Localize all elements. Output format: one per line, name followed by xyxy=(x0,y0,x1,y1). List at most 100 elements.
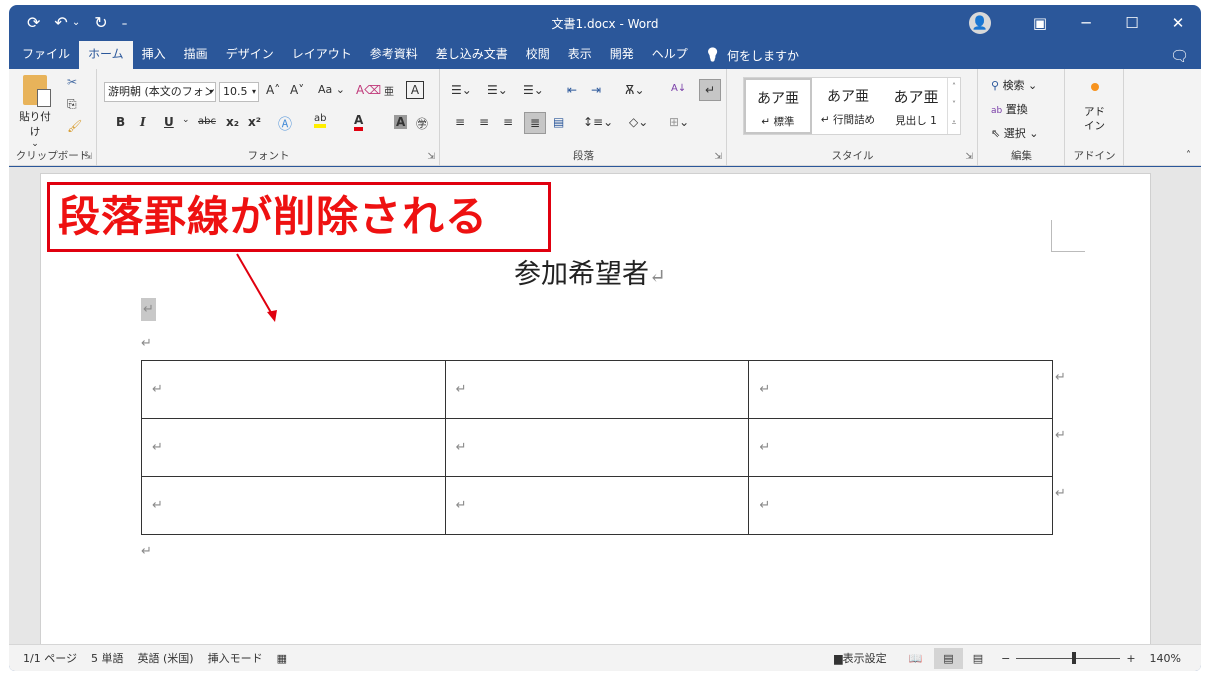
table-cell[interactable]: ↵ xyxy=(141,360,446,419)
paragraph-mark[interactable]: ↵ xyxy=(141,336,152,351)
character-shading-icon[interactable]: A xyxy=(394,115,408,129)
font-color-icon[interactable]: A xyxy=(354,113,364,131)
clear-formatting-icon[interactable]: A⌫ xyxy=(356,83,381,97)
tab-home[interactable]: ホーム xyxy=(79,41,133,69)
tab-draw[interactable]: 描画 xyxy=(175,41,217,69)
cut-icon[interactable]: ✂ xyxy=(67,75,77,89)
grow-font-icon[interactable]: A˄ xyxy=(266,83,280,97)
web-layout-icon[interactable]: ▤ xyxy=(973,652,983,665)
find-button[interactable]: ⚲ 検索 ⌄ xyxy=(991,77,1037,93)
replace-button[interactable]: ab 置換 xyxy=(991,101,1028,117)
copy-icon[interactable]: ⎘ xyxy=(67,97,77,112)
show-formatting-marks-icon[interactable]: ↵ xyxy=(699,79,721,101)
text-effects-icon[interactable]: Ⓐ xyxy=(278,114,292,134)
table-cell[interactable]: ↵ xyxy=(444,418,750,477)
language-indicator[interactable]: 英語 (米国) xyxy=(137,650,193,666)
zoom-slider-thumb[interactable] xyxy=(1071,652,1076,664)
phonetic-guide-icon[interactable]: 亜 xyxy=(384,83,394,98)
format-painter-icon[interactable]: 🖌 xyxy=(67,119,82,133)
bold-icon[interactable]: B xyxy=(116,115,125,129)
zoom-level[interactable]: 140% xyxy=(1150,652,1181,665)
paragraph-mark-selected[interactable]: ↵ xyxy=(141,298,156,321)
table-cell[interactable]: ↵ xyxy=(141,476,446,535)
document-heading[interactable]: 参加希望者↵ xyxy=(514,252,666,291)
table-cell[interactable]: ↵ xyxy=(748,360,1053,419)
enclose-characters-icon[interactable]: ㊫ xyxy=(416,115,428,132)
display-settings-button[interactable]: ▆表示設定 xyxy=(834,650,886,666)
minimize-button[interactable]: ─ xyxy=(1063,5,1109,41)
addins-button[interactable]: アド イン xyxy=(1066,83,1123,133)
tab-review[interactable]: 校閲 xyxy=(517,41,559,69)
decrease-indent-icon[interactable]: ⇤ xyxy=(567,83,577,97)
document-page[interactable]: 段落罫線が削除される 参加希望者↵ ↵ ↵ ↵ ↵ ↵ ↵ ↵ ↵ ↵ ↵ ↵ … xyxy=(40,173,1151,653)
insert-mode-indicator[interactable]: 挿入モード xyxy=(208,650,263,666)
comments-icon[interactable]: 🗨 xyxy=(1170,47,1189,65)
multilevel-list-icon[interactable]: ☰⌄ xyxy=(523,83,544,97)
underline-icon[interactable]: U xyxy=(164,115,174,129)
tab-layout[interactable]: レイアウト xyxy=(283,41,361,69)
collapse-ribbon-icon[interactable]: ˄ xyxy=(1186,150,1191,161)
ribbon-display-options-icon[interactable]: ▣ xyxy=(1017,5,1063,41)
style-normal[interactable]: あア亜 ↵ 標準 xyxy=(744,78,812,134)
macro-record-icon[interactable]: ▦ xyxy=(277,652,287,665)
tab-insert[interactable]: 挿入 xyxy=(133,41,175,69)
account-avatar-icon[interactable]: 👤 xyxy=(969,12,991,34)
distributed-icon[interactable]: ▤ xyxy=(553,115,564,129)
change-case-icon[interactable]: Aa ⌄ xyxy=(318,83,345,96)
table-cell[interactable]: ↵ xyxy=(444,360,750,419)
styles-scrollbar[interactable]: ˄ ˅ ⩡ xyxy=(947,78,960,134)
clipboard-launcher-icon[interactable]: ⇲ xyxy=(84,152,92,162)
word-count[interactable]: 5 単語 xyxy=(91,650,124,666)
table-cell[interactable]: ↵ xyxy=(141,418,446,477)
page-count[interactable]: 1/1 ページ xyxy=(23,650,77,666)
style-no-spacing[interactable]: あア亜 ↵ 行間詰め xyxy=(814,78,882,134)
line-spacing-icon[interactable]: ↕≡⌄ xyxy=(583,115,613,129)
character-border-icon[interactable]: A xyxy=(406,81,424,99)
superscript-icon[interactable]: x² xyxy=(248,115,261,129)
align-center-icon[interactable]: ≡ xyxy=(479,115,489,129)
paragraph-launcher-icon[interactable]: ⇲ xyxy=(714,152,722,162)
align-left-icon[interactable]: ≡ xyxy=(455,115,465,129)
style-heading-1[interactable]: あア亜 見出し 1 xyxy=(882,78,950,134)
read-mode-icon[interactable]: 📖 xyxy=(909,652,923,665)
numbering-icon[interactable]: ☰⌄ xyxy=(487,83,508,97)
select-button[interactable]: ⇖ 選択 ⌄ xyxy=(991,125,1038,141)
strikethrough-icon[interactable]: abc xyxy=(198,116,216,127)
paste-button[interactable]: 貼り付け ⌄ xyxy=(15,75,55,149)
close-button[interactable]: ✕ xyxy=(1155,5,1201,41)
asian-layout-icon[interactable]: Ѫ⌄ xyxy=(625,83,645,97)
table-cell[interactable]: ↵ xyxy=(748,476,1053,535)
tab-developer[interactable]: 開発 xyxy=(601,41,643,69)
tab-references[interactable]: 参考資料 xyxy=(361,41,427,69)
tell-me-search[interactable]: 💡 何をしますか xyxy=(697,41,799,69)
shrink-font-icon[interactable]: A˅ xyxy=(290,83,304,97)
font-name-combo[interactable]: 游明朝 (本文のフォン ▾ xyxy=(104,82,216,102)
increase-indent-icon[interactable]: ⇥ xyxy=(591,83,601,97)
print-layout-icon[interactable]: ▤ xyxy=(934,647,963,669)
italic-icon[interactable]: I xyxy=(140,115,146,129)
font-launcher-icon[interactable]: ⇲ xyxy=(427,152,435,162)
table-cell[interactable]: ↵ xyxy=(444,476,750,535)
tab-help[interactable]: ヘルプ xyxy=(643,41,697,69)
tab-design[interactable]: デザイン xyxy=(217,41,283,69)
styles-launcher-icon[interactable]: ⇲ xyxy=(965,152,973,162)
maximize-button[interactable]: ☐ xyxy=(1109,5,1155,41)
justify-icon[interactable]: ≣ xyxy=(524,112,546,134)
zoom-in-button[interactable]: + xyxy=(1126,652,1135,665)
highlight-color-icon[interactable]: ab xyxy=(314,113,327,128)
shading-icon[interactable]: ◇⌄ xyxy=(629,115,648,129)
zoom-slider[interactable] xyxy=(1016,652,1121,664)
table-cell[interactable]: ↵ xyxy=(748,418,1053,477)
sort-icon[interactable]: A↓ xyxy=(671,83,686,94)
borders-icon[interactable]: ⊞ ⌄ xyxy=(669,115,689,129)
tab-view[interactable]: 表示 xyxy=(559,41,601,69)
tab-file[interactable]: ファイル xyxy=(13,41,79,69)
zoom-out-button[interactable]: − xyxy=(1001,652,1010,665)
subscript-icon[interactable]: x₂ xyxy=(226,115,239,129)
bullets-icon[interactable]: ☰⌄ xyxy=(451,83,472,97)
underline-dropdown-icon[interactable]: ⌄ xyxy=(182,115,190,125)
paragraph-mark[interactable]: ↵ xyxy=(141,544,152,559)
align-right-icon[interactable]: ≡ xyxy=(503,115,513,129)
tab-mailings[interactable]: 差し込み文書 xyxy=(427,41,517,69)
font-size-combo[interactable]: 10.5 ▾ xyxy=(219,82,259,102)
